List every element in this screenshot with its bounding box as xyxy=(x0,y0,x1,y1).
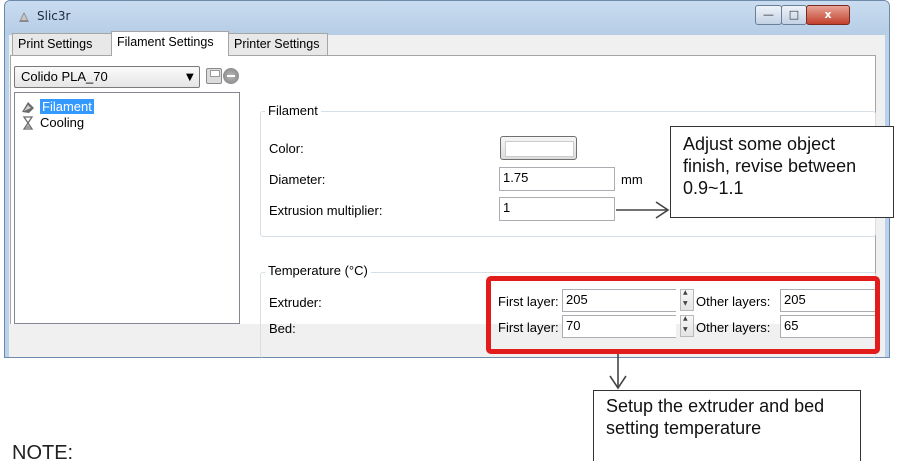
temperature-highlight-box xyxy=(486,276,880,354)
close-button[interactable]: x xyxy=(806,5,850,25)
diameter-label: Diameter: xyxy=(269,172,326,187)
color-label: Color: xyxy=(269,141,304,156)
temperature-group-title: Temperature (°C) xyxy=(265,263,371,278)
extrusion-multiplier-input[interactable]: 1 xyxy=(499,197,615,221)
diameter-unit: mm xyxy=(621,172,643,187)
tree-item-cooling[interactable]: Cooling xyxy=(21,115,84,130)
temperature-callout: Setup the extruder and bed setting tempe… xyxy=(593,390,861,461)
hourglass-icon xyxy=(22,115,34,130)
title-bar[interactable]: Slic3r — □ x xyxy=(5,1,889,35)
extrusion-multiplier-label: Extrusion multiplier: xyxy=(269,203,383,218)
filament-group-title: Filament xyxy=(265,103,321,118)
minimize-button[interactable]: — xyxy=(755,5,782,25)
tab-print-settings[interactable]: Print Settings xyxy=(12,33,112,55)
tab-printer-settings[interactable]: Printer Settings xyxy=(228,33,328,55)
color-picker-button[interactable] xyxy=(500,136,577,160)
maximize-button[interactable]: □ xyxy=(781,5,807,25)
extrusion-callout: Adjust some object finish, revise betwee… xyxy=(670,126,894,218)
tree-item-filament-label: Filament xyxy=(40,99,94,114)
tree-item-filament[interactable]: Filament xyxy=(21,99,94,114)
window-title: Slic3r xyxy=(37,9,71,23)
spool-icon xyxy=(22,101,34,113)
settings-tree: Filament Cooling xyxy=(14,92,240,324)
tab-filament-settings[interactable]: Filament Settings xyxy=(111,31,229,56)
preset-dropdown[interactable]: Colido PLA_70 xyxy=(14,66,200,88)
chevron-down-icon[interactable]: ▼ xyxy=(186,72,194,83)
bed-label: Bed: xyxy=(269,321,296,336)
slic3r-app-icon xyxy=(19,12,29,22)
diameter-input[interactable]: 1.75 xyxy=(499,167,615,191)
tree-item-cooling-label: Cooling xyxy=(40,115,85,130)
extruder-label: Extruder: xyxy=(269,295,322,310)
note-heading: NOTE: xyxy=(12,442,74,464)
save-preset-icon[interactable] xyxy=(206,68,222,84)
delete-preset-icon[interactable] xyxy=(223,68,239,84)
arrow-down-icon xyxy=(609,354,627,390)
